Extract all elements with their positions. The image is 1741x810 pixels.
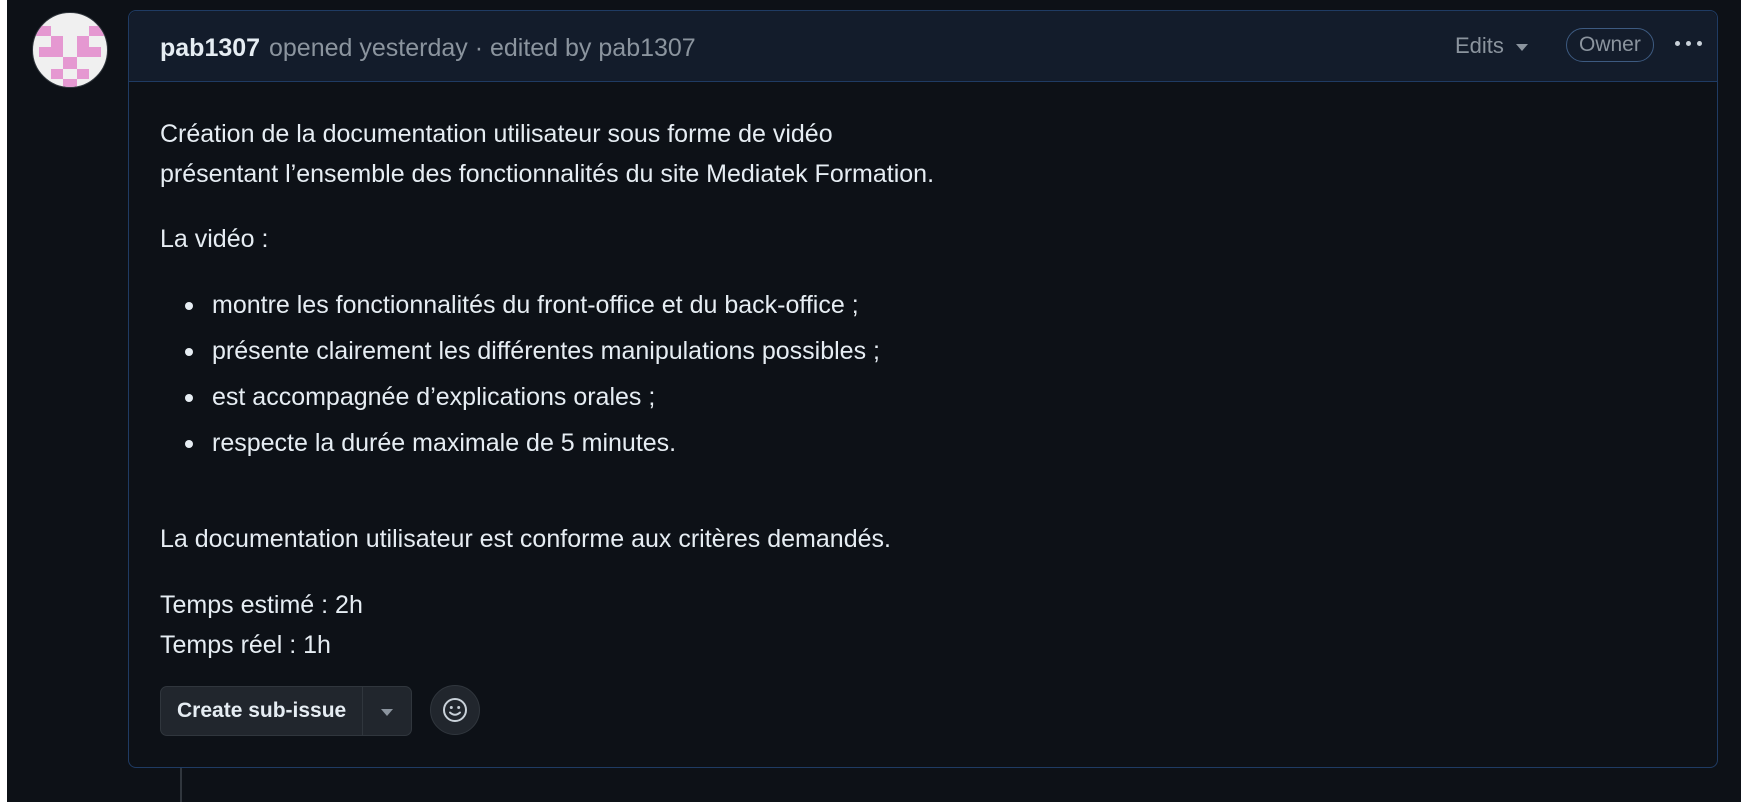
time-tracking: Temps estimé : 2h Temps réel : 1h — [160, 585, 363, 665]
list-item: présente clairement les différentes mani… — [160, 328, 880, 374]
criteria-list: montre les fonctionnalités du front-offi… — [160, 282, 880, 466]
avatar[interactable] — [32, 12, 108, 88]
list-item: est accompagnée d’explications orales ; — [160, 374, 880, 420]
issue-comment-card: pab1307 opened yesterday · edited by pab… — [128, 10, 1718, 768]
edits-dropdown[interactable]: Edits — [1455, 33, 1528, 59]
smiley-icon — [443, 698, 467, 722]
list-item: montre les fonctionnalités du front-offi… — [160, 282, 880, 328]
create-sub-issue-button[interactable]: Create sub-issue — [161, 687, 364, 735]
actual-time: Temps réel : 1h — [160, 631, 331, 659]
timeline-connector — [180, 768, 182, 802]
kebab-horizontal-icon[interactable] — [1675, 33, 1702, 53]
owner-badge: Owner — [1566, 28, 1654, 62]
author-link[interactable]: pab1307 — [160, 34, 260, 63]
video-heading: La vidéo : — [160, 225, 269, 253]
comment-header: pab1307 opened yesterday · edited by pab… — [129, 11, 1717, 82]
conformity-text: La documentation utilisateur est conform… — [160, 525, 891, 553]
intro-line-2: présentant l’ensemble des fonctionnalité… — [160, 160, 935, 188]
chevron-down-icon — [1515, 43, 1528, 51]
issue-timeline: pab1307 opened yesterday · edited by pab… — [7, 0, 1741, 802]
triangle-down-icon — [381, 708, 394, 716]
add-reaction-button[interactable] — [430, 685, 480, 735]
intro-line-1: Création de la documentation utilisateur… — [160, 120, 833, 148]
description-intro: Création de la documentation utilisateur… — [160, 114, 934, 194]
list-item: respecte la durée maximale de 5 minutes. — [160, 420, 880, 466]
sub-issue-dropdown-button[interactable] — [363, 687, 411, 735]
create-sub-issue-group: Create sub-issue — [160, 686, 413, 736]
estimated-time: Temps estimé : 2h — [160, 591, 363, 619]
comment-meta[interactable]: opened yesterday · edited by pab1307 — [269, 34, 696, 63]
edits-label: Edits — [1455, 33, 1504, 58]
